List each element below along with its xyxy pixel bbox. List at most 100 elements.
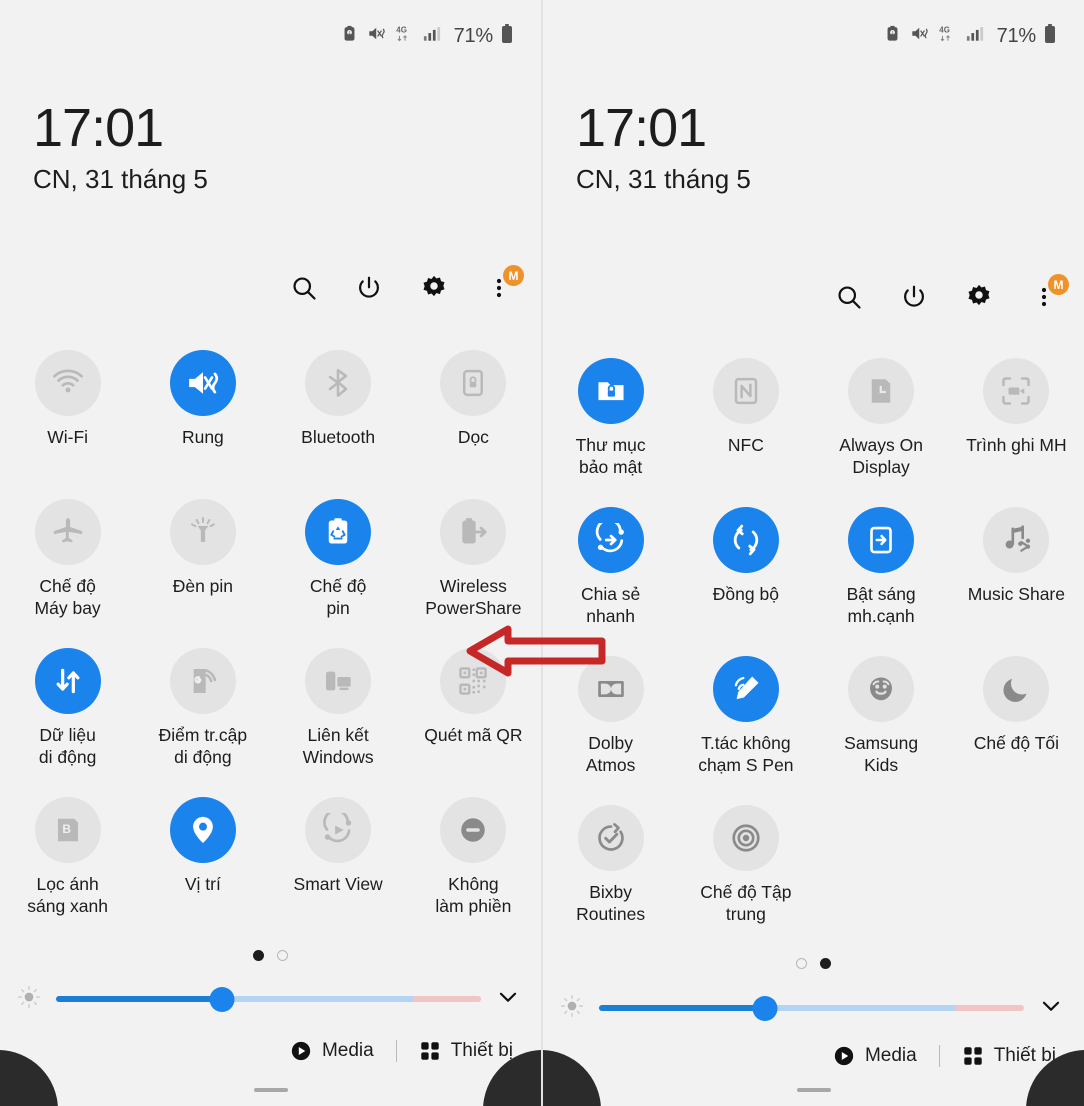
tile-bixby-routines[interactable]: Bixby Routines	[543, 805, 678, 954]
page-dot-1[interactable]	[796, 958, 807, 969]
tile-airplane-mode[interactable]: Chế độ Máy bay	[0, 499, 135, 648]
clock-date: CN, 31 tháng 5	[33, 163, 208, 194]
slider-thumb[interactable]	[209, 986, 235, 1012]
chevron-down-icon[interactable]	[495, 984, 521, 1015]
tile-label: Rung	[181, 427, 224, 447]
devices-label: Thiết bị	[993, 1045, 1056, 1066]
brightness-slider[interactable]	[599, 995, 1024, 1021]
mute-vibrate-icon	[910, 24, 930, 48]
tile-always-on-display[interactable]: Always On Display	[814, 358, 949, 507]
media-button[interactable]: Media	[833, 1045, 917, 1067]
tile-label: Bật sáng mh.cạnh	[846, 584, 916, 626]
secure-folder-icon	[577, 358, 644, 424]
tile-wifi[interactable]: Wi-Fi	[0, 350, 135, 499]
tile-label: Dọc	[457, 427, 489, 447]
page-dot-1[interactable]	[253, 950, 264, 961]
edge-lighting-icon	[848, 507, 915, 573]
tile-sync[interactable]: Đồng bộ	[678, 507, 813, 656]
tile-label: Dolby Atmos	[585, 733, 636, 775]
tile-dark-mode[interactable]: Chế độ Tối	[949, 656, 1084, 805]
slider-filled-segment	[599, 1005, 765, 1011]
tile-screen-recorder[interactable]: Trình ghi MH	[949, 358, 1084, 507]
location-pin-icon	[169, 797, 236, 863]
user-badge[interactable]: M	[503, 265, 524, 286]
home-indicator[interactable]	[796, 1088, 831, 1092]
tile-mobile-hotspot[interactable]: Điểm tr.cập di động	[135, 648, 270, 797]
tile-music-share[interactable]: Music Share	[949, 507, 1084, 656]
svg-text:B: B	[62, 822, 71, 836]
tile-label: Vị trí	[184, 874, 221, 894]
quick-settings-tile-grid-page-2: Thư mục bảo mật NFC Always On Display Tr…	[543, 358, 1084, 954]
page-dot-2[interactable]	[277, 950, 288, 961]
tile-blue-light-filter[interactable]: B Lọc ánh sáng xanh	[0, 797, 135, 946]
tile-flashlight[interactable]: Đèn pin	[135, 499, 270, 648]
status-bar: 4G 71%	[0, 0, 541, 72]
bottom-bar-divider	[395, 1040, 397, 1062]
battery-icon	[501, 23, 513, 49]
power-icon[interactable]	[896, 279, 932, 315]
tile-vibrate[interactable]: Rung	[135, 350, 270, 499]
slider-extra-bright-segment	[413, 996, 481, 1002]
brightness-control-row	[543, 987, 1084, 1029]
tile-bluetooth[interactable]: Bluetooth	[271, 350, 406, 499]
wireless-powershare-icon	[440, 499, 507, 565]
user-badge[interactable]: M	[1048, 274, 1069, 295]
tile-label: Chế độ Tập trung	[700, 882, 792, 924]
page-dot-2[interactable]	[820, 958, 831, 969]
tile-mobile-data[interactable]: Dữ liệu di động	[0, 648, 135, 797]
tile-location[interactable]: Vị trí	[135, 797, 270, 946]
media-label: Media	[321, 1040, 374, 1061]
home-indicator[interactable]	[253, 1088, 288, 1092]
clock-date: CN, 31 tháng 5	[576, 163, 751, 194]
devices-button[interactable]: Thiết bị	[962, 1045, 1056, 1067]
tile-link-to-windows[interactable]: Liên kết Windows	[271, 648, 406, 797]
devices-button[interactable]: Thiết bị	[419, 1040, 513, 1062]
tile-smart-view[interactable]: Smart View	[271, 797, 406, 946]
clock-time: 17:01	[576, 98, 707, 158]
bluetooth-icon	[305, 350, 372, 416]
gear-icon[interactable]	[416, 270, 452, 306]
devices-label: Thiết bị	[450, 1040, 513, 1061]
flashlight-icon	[169, 499, 236, 565]
gear-icon[interactable]	[961, 279, 997, 315]
tile-label: Samsung Kids	[844, 733, 919, 775]
more-vertical-icon[interactable]: M	[481, 265, 524, 306]
mobile-data-icon	[34, 648, 101, 714]
media-button[interactable]: Media	[290, 1040, 374, 1062]
search-icon[interactable]	[286, 270, 322, 306]
tile-secure-folder[interactable]: Thư mục bảo mật	[543, 358, 678, 507]
tile-rotation-lock[interactable]: Dọc	[406, 350, 541, 499]
tile-quick-share[interactable]: Chia sẻ nhanh	[543, 507, 678, 656]
search-icon[interactable]	[831, 279, 867, 315]
slider-thumb[interactable]	[752, 995, 778, 1021]
chevron-down-icon[interactable]	[1038, 993, 1064, 1024]
tile-dolby-atmos[interactable]: Dolby Atmos	[543, 656, 678, 805]
tile-s-pen-air-actions[interactable]: T.tác không chạm S Pen	[678, 656, 813, 805]
tile-label: Music Share	[967, 584, 1065, 604]
clock-time: 17:01	[33, 98, 164, 158]
tile-edge-lighting[interactable]: Bật sáng mh.cạnh	[814, 507, 949, 656]
focus-mode-icon	[712, 805, 779, 871]
svg-text:4G: 4G	[939, 26, 950, 35]
devices-grid-icon	[420, 1042, 439, 1060]
tile-nfc[interactable]: NFC	[678, 358, 813, 507]
tile-label: NFC	[727, 435, 764, 455]
slider-track-segment	[764, 1005, 956, 1011]
tile-do-not-disturb[interactable]: Không làm phiền	[406, 797, 541, 946]
more-vertical-icon[interactable]: M	[1026, 274, 1069, 315]
brightness-slider[interactable]	[56, 986, 481, 1012]
tile-label: Wireless PowerShare	[425, 576, 522, 618]
tile-power-saving[interactable]: Chế độ pin	[271, 499, 406, 648]
tile-wireless-powershare[interactable]: Wireless PowerShare	[406, 499, 541, 648]
tile-focus-mode[interactable]: Chế độ Tập trung	[678, 805, 813, 954]
alarm-icon	[884, 24, 901, 48]
quick-settings-actions: M	[831, 274, 1069, 315]
tile-label: Thư mục bảo mật	[575, 435, 646, 477]
tile-samsung-kids[interactable]: Samsung Kids	[814, 656, 949, 805]
tile-qr-scanner[interactable]: Quét mã QR	[406, 648, 541, 797]
nfc-icon	[712, 358, 779, 424]
tile-label: Quét mã QR	[424, 725, 523, 745]
power-icon[interactable]	[351, 270, 387, 306]
tile-label: Wi-Fi	[47, 427, 89, 447]
media-devices-bar: Media Thiết bị	[0, 1040, 541, 1062]
